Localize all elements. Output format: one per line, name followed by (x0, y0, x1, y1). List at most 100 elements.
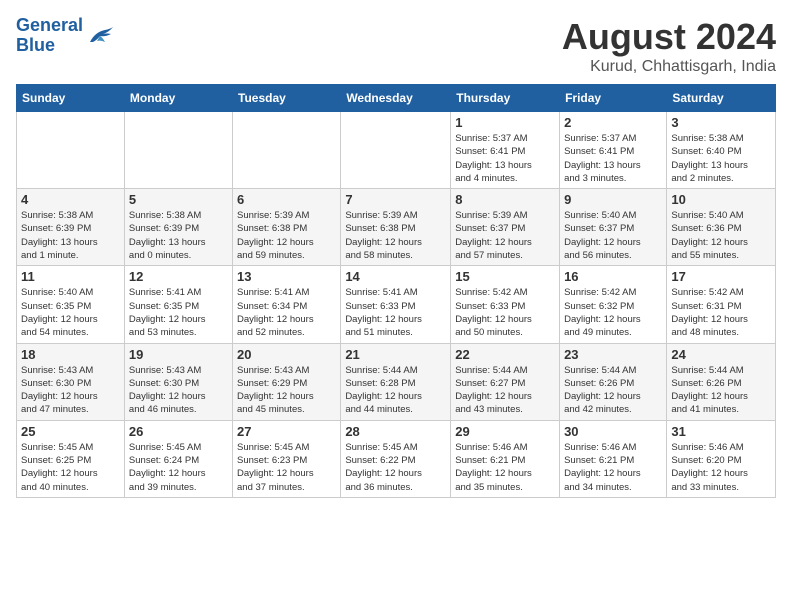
calendar-week-row: 1 Sunrise: 5:37 AM Sunset: 6:41 PM Daylig… (17, 112, 776, 189)
day-info: Sunrise: 5:45 AM Sunset: 6:24 PM Dayligh… (129, 441, 228, 494)
title-block: August 2024 Kurud, Chhattisgarh, India (562, 16, 776, 76)
day-number: 8 (455, 192, 555, 207)
day-number: 19 (129, 347, 228, 362)
calendar-cell: 11 Sunrise: 5:40 AM Sunset: 6:35 PM Dayli… (17, 266, 125, 343)
calendar-week-row: 11 Sunrise: 5:40 AM Sunset: 6:35 PM Dayli… (17, 266, 776, 343)
day-info: Sunrise: 5:45 AM Sunset: 6:25 PM Dayligh… (21, 441, 120, 494)
day-number: 2 (564, 115, 662, 130)
calendar-cell: 4 Sunrise: 5:38 AM Sunset: 6:39 PM Daylig… (17, 189, 125, 266)
weekday-header-wednesday: Wednesday (341, 85, 451, 112)
calendar-cell: 20Sunrise: 5:43 AM Sunset: 6:29 PM Dayli… (233, 343, 341, 420)
calendar-cell: 26 Sunrise: 5:45 AM Sunset: 6:24 PM Dayli… (124, 420, 232, 497)
calendar-cell: 7 Sunrise: 5:39 AM Sunset: 6:38 PM Daylig… (341, 189, 451, 266)
day-number: 11 (21, 269, 120, 284)
calendar-cell: 17 Sunrise: 5:42 AM Sunset: 6:31 PM Dayli… (667, 266, 776, 343)
day-number: 13 (237, 269, 336, 284)
page-header: General Blue August 2024 Kurud, Chhattis… (16, 16, 776, 76)
calendar-cell: 3Sunrise: 5:38 AM Sunset: 6:40 PM Daylig… (667, 112, 776, 189)
day-info: Sunrise: 5:46 AM Sunset: 6:21 PM Dayligh… (564, 441, 662, 494)
day-info: Sunrise: 5:38 AM Sunset: 6:39 PM Dayligh… (21, 209, 120, 262)
logo-bird-icon (85, 24, 115, 48)
day-info: Sunrise: 5:45 AM Sunset: 6:23 PM Dayligh… (237, 441, 336, 494)
day-info: Sunrise: 5:37 AM Sunset: 6:41 PM Dayligh… (564, 132, 662, 185)
day-number: 23 (564, 347, 662, 362)
day-info: Sunrise: 5:44 AM Sunset: 6:28 PM Dayligh… (345, 364, 446, 417)
weekday-header-monday: Monday (124, 85, 232, 112)
calendar-cell: 29 Sunrise: 5:46 AM Sunset: 6:21 PM Dayli… (451, 420, 560, 497)
day-number: 14 (345, 269, 446, 284)
day-number: 7 (345, 192, 446, 207)
calendar-cell: 2 Sunrise: 5:37 AM Sunset: 6:41 PM Daylig… (560, 112, 667, 189)
day-info: Sunrise: 5:38 AM Sunset: 6:39 PM Dayligh… (129, 209, 228, 262)
day-number: 4 (21, 192, 120, 207)
calendar-cell: 28 Sunrise: 5:45 AM Sunset: 6:22 PM Dayli… (341, 420, 451, 497)
calendar-cell: 21 Sunrise: 5:44 AM Sunset: 6:28 PM Dayli… (341, 343, 451, 420)
day-info: Sunrise: 5:40 AM Sunset: 6:37 PM Dayligh… (564, 209, 662, 262)
calendar-cell: 9 Sunrise: 5:40 AM Sunset: 6:37 PM Daylig… (560, 189, 667, 266)
weekday-header-row: SundayMondayTuesdayWednesdayThursdayFrid… (17, 85, 776, 112)
day-info: Sunrise: 5:45 AM Sunset: 6:22 PM Dayligh… (345, 441, 446, 494)
calendar-cell: 18 Sunrise: 5:43 AM Sunset: 6:30 PM Dayli… (17, 343, 125, 420)
day-number: 18 (21, 347, 120, 362)
day-number: 30 (564, 424, 662, 439)
calendar-week-row: 25 Sunrise: 5:45 AM Sunset: 6:25 PM Dayli… (17, 420, 776, 497)
calendar-cell: 24 Sunrise: 5:44 AM Sunset: 6:26 PM Dayli… (667, 343, 776, 420)
calendar-cell: 10 Sunrise: 5:40 AM Sunset: 6:36 PM Dayli… (667, 189, 776, 266)
calendar-cell: 15 Sunrise: 5:42 AM Sunset: 6:33 PM Dayli… (451, 266, 560, 343)
day-info: Sunrise: 5:43 AM Sunset: 6:30 PM Dayligh… (129, 364, 228, 417)
day-info: Sunrise: 5:42 AM Sunset: 6:31 PM Dayligh… (671, 286, 771, 339)
calendar-cell: 31Sunrise: 5:46 AM Sunset: 6:20 PM Dayli… (667, 420, 776, 497)
calendar-week-row: 18 Sunrise: 5:43 AM Sunset: 6:30 PM Dayli… (17, 343, 776, 420)
calendar-cell: 8 Sunrise: 5:39 AM Sunset: 6:37 PM Daylig… (451, 189, 560, 266)
day-number: 20 (237, 347, 336, 362)
day-number: 15 (455, 269, 555, 284)
calendar-cell: 22Sunrise: 5:44 AM Sunset: 6:27 PM Dayli… (451, 343, 560, 420)
calendar-cell (341, 112, 451, 189)
calendar-cell: 5Sunrise: 5:38 AM Sunset: 6:39 PM Daylig… (124, 189, 232, 266)
calendar-cell: 30 Sunrise: 5:46 AM Sunset: 6:21 PM Dayli… (560, 420, 667, 497)
day-info: Sunrise: 5:40 AM Sunset: 6:35 PM Dayligh… (21, 286, 120, 339)
day-info: Sunrise: 5:42 AM Sunset: 6:32 PM Dayligh… (564, 286, 662, 339)
calendar-table: SundayMondayTuesdayWednesdayThursdayFrid… (16, 84, 776, 498)
day-number: 28 (345, 424, 446, 439)
calendar-cell: 19 Sunrise: 5:43 AM Sunset: 6:30 PM Dayli… (124, 343, 232, 420)
day-number: 6 (237, 192, 336, 207)
logo: General Blue (16, 16, 115, 56)
day-info: Sunrise: 5:39 AM Sunset: 6:38 PM Dayligh… (345, 209, 446, 262)
calendar-cell: 27 Sunrise: 5:45 AM Sunset: 6:23 PM Dayli… (233, 420, 341, 497)
calendar-cell (233, 112, 341, 189)
day-number: 24 (671, 347, 771, 362)
day-number: 25 (21, 424, 120, 439)
day-number: 27 (237, 424, 336, 439)
day-info: Sunrise: 5:39 AM Sunset: 6:38 PM Dayligh… (237, 209, 336, 262)
calendar-cell: 12Sunrise: 5:41 AM Sunset: 6:35 PM Dayli… (124, 266, 232, 343)
calendar-week-row: 4 Sunrise: 5:38 AM Sunset: 6:39 PM Daylig… (17, 189, 776, 266)
day-number: 3 (671, 115, 771, 130)
calendar-cell: 25 Sunrise: 5:45 AM Sunset: 6:25 PM Dayli… (17, 420, 125, 497)
day-number: 31 (671, 424, 771, 439)
day-number: 1 (455, 115, 555, 130)
day-number: 26 (129, 424, 228, 439)
logo-text: General Blue (16, 16, 83, 56)
calendar-cell: 13Sunrise: 5:41 AM Sunset: 6:34 PM Dayli… (233, 266, 341, 343)
weekday-header-tuesday: Tuesday (233, 85, 341, 112)
day-info: Sunrise: 5:40 AM Sunset: 6:36 PM Dayligh… (671, 209, 771, 262)
day-info: Sunrise: 5:37 AM Sunset: 6:41 PM Dayligh… (455, 132, 555, 185)
day-info: Sunrise: 5:44 AM Sunset: 6:26 PM Dayligh… (671, 364, 771, 417)
day-info: Sunrise: 5:41 AM Sunset: 6:33 PM Dayligh… (345, 286, 446, 339)
day-number: 9 (564, 192, 662, 207)
day-number: 17 (671, 269, 771, 284)
day-info: Sunrise: 5:43 AM Sunset: 6:30 PM Dayligh… (21, 364, 120, 417)
day-info: Sunrise: 5:42 AM Sunset: 6:33 PM Dayligh… (455, 286, 555, 339)
day-info: Sunrise: 5:46 AM Sunset: 6:21 PM Dayligh… (455, 441, 555, 494)
day-number: 29 (455, 424, 555, 439)
calendar-cell (17, 112, 125, 189)
calendar-cell (124, 112, 232, 189)
location: Kurud, Chhattisgarh, India (562, 58, 776, 76)
calendar-cell: 14 Sunrise: 5:41 AM Sunset: 6:33 PM Dayli… (341, 266, 451, 343)
day-info: Sunrise: 5:44 AM Sunset: 6:27 PM Dayligh… (455, 364, 555, 417)
day-number: 21 (345, 347, 446, 362)
day-info: Sunrise: 5:41 AM Sunset: 6:35 PM Dayligh… (129, 286, 228, 339)
day-number: 10 (671, 192, 771, 207)
day-info: Sunrise: 5:39 AM Sunset: 6:37 PM Dayligh… (455, 209, 555, 262)
